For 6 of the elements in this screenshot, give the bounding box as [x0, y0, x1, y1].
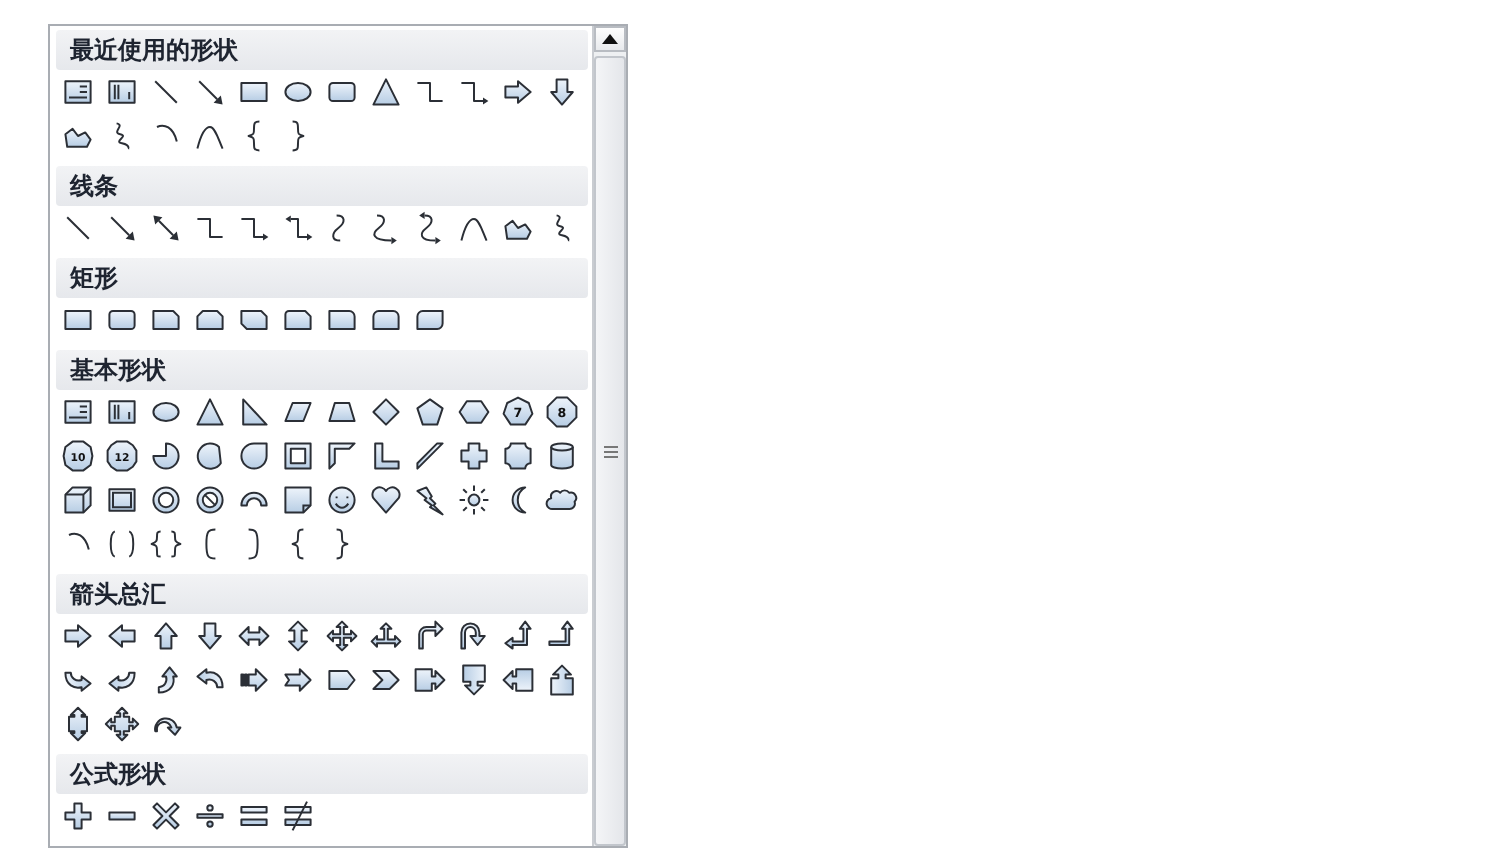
section-header: 线条 — [56, 166, 588, 206]
section-header: 箭头总汇 — [56, 574, 588, 614]
section-header: 公式形状 — [56, 754, 588, 794]
section-header: 矩形 — [56, 258, 588, 298]
section-header: 最近使用的形状 — [56, 30, 588, 70]
section-header: 基本形状 — [56, 350, 588, 390]
